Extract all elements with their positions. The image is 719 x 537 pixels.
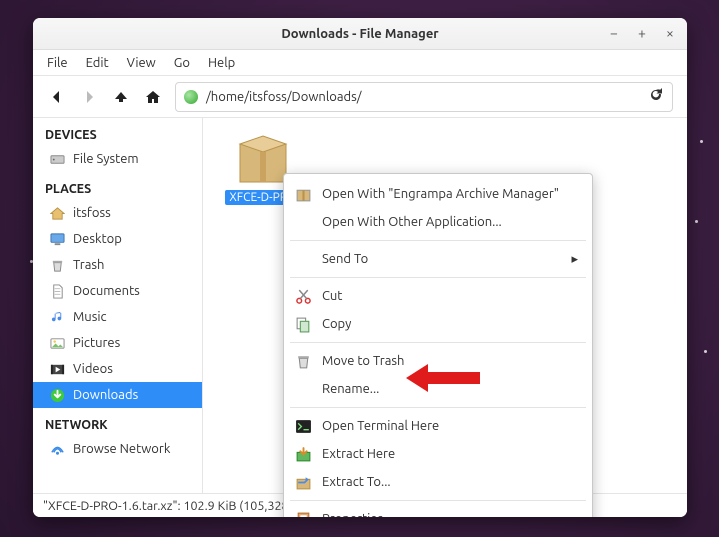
menu-go[interactable]: Go xyxy=(166,53,198,73)
sidebar-item-music[interactable]: Music xyxy=(33,304,202,330)
sidebar-item-label: Documents xyxy=(73,284,140,298)
separator xyxy=(290,342,586,343)
sidebar-item-downloads[interactable]: Downloads xyxy=(33,382,202,408)
ctx-move-to-trash[interactable]: Move to Trash xyxy=(284,347,592,375)
ctx-rename[interactable]: Rename... xyxy=(284,375,592,403)
address-path: /home/itsfoss/Downloads/ xyxy=(206,90,640,104)
ctx-properties[interactable]: Properties... xyxy=(284,505,592,517)
sidebar-item-label: Browse Network xyxy=(73,442,170,456)
extract-here-icon xyxy=(294,445,312,463)
separator xyxy=(290,407,586,408)
sidebar-item-label: Downloads xyxy=(73,388,138,402)
ctx-label: Copy xyxy=(322,317,351,331)
downloads-icon xyxy=(49,387,65,403)
arrow-right-icon xyxy=(81,89,97,105)
menu-file[interactable]: File xyxy=(39,53,76,73)
sidebar-item-trash[interactable]: Trash xyxy=(33,252,202,278)
chevron-right-icon: ▸ xyxy=(571,252,578,267)
arrow-up-icon xyxy=(113,89,129,105)
sidebar-item-videos[interactable]: Videos xyxy=(33,356,202,382)
separator xyxy=(290,277,586,278)
home-icon xyxy=(145,89,161,105)
address-bar[interactable]: /home/itsfoss/Downloads/ xyxy=(175,82,673,112)
ctx-copy[interactable]: Copy xyxy=(284,310,592,338)
file-manager-window: Downloads - File Manager − + × File Edit… xyxy=(33,18,687,517)
cut-icon xyxy=(294,287,312,305)
refresh-icon xyxy=(648,87,664,103)
sidebar-item-label: Desktop xyxy=(73,232,122,246)
location-icon xyxy=(184,90,198,104)
ctx-open-with-engrampa[interactable]: Open With "Engrampa Archive Manager" xyxy=(284,180,592,208)
menubar: File Edit View Go Help xyxy=(33,50,687,76)
ctx-extract-here[interactable]: Extract Here xyxy=(284,440,592,468)
context-menu: Open With "Engrampa Archive Manager" Ope… xyxy=(283,173,593,517)
maximize-button[interactable]: + xyxy=(635,26,649,40)
pictures-icon xyxy=(49,335,65,351)
sidebar-header-network: NETWORK xyxy=(33,408,202,436)
content-area[interactable]: XFCE-D-PRO Open With "Engrampa Archive M… xyxy=(203,118,687,493)
trash-icon xyxy=(49,257,65,273)
up-button[interactable] xyxy=(111,87,131,107)
ctx-label: Cut xyxy=(322,289,342,303)
ctx-open-terminal[interactable]: Open Terminal Here xyxy=(284,412,592,440)
music-icon xyxy=(49,309,65,325)
sidebar-header-places: PLACES xyxy=(33,172,202,200)
drive-icon xyxy=(49,151,65,167)
network-icon xyxy=(49,441,65,457)
sidebar-item-label: File System xyxy=(73,152,139,166)
terminal-icon xyxy=(294,417,312,435)
ctx-cut[interactable]: Cut xyxy=(284,282,592,310)
documents-icon xyxy=(49,283,65,299)
user-home-icon xyxy=(49,205,65,221)
archive-app-icon xyxy=(294,185,312,203)
videos-icon xyxy=(49,361,65,377)
separator xyxy=(290,500,586,501)
sidebar: DEVICES File System PLACES itsfoss Deskt… xyxy=(33,118,203,493)
sidebar-item-file-system[interactable]: File System xyxy=(33,146,202,172)
sidebar-header-devices: DEVICES xyxy=(33,118,202,146)
sidebar-item-label: Pictures xyxy=(73,336,120,350)
ctx-extract-to[interactable]: Extract To... xyxy=(284,468,592,496)
ctx-send-to[interactable]: Send To ▸ xyxy=(284,245,592,273)
ctx-label: Move to Trash xyxy=(322,354,404,368)
close-button[interactable]: × xyxy=(663,26,677,40)
ctx-label: Extract To... xyxy=(322,475,391,489)
sidebar-item-itsfoss[interactable]: itsfoss xyxy=(33,200,202,226)
extract-to-icon xyxy=(294,473,312,491)
back-button[interactable] xyxy=(47,87,67,107)
ctx-label: Rename... xyxy=(322,382,379,396)
properties-icon xyxy=(294,510,312,517)
ctx-label: Open With Other Application... xyxy=(322,215,502,229)
sidebar-item-desktop[interactable]: Desktop xyxy=(33,226,202,252)
sidebar-item-pictures[interactable]: Pictures xyxy=(33,330,202,356)
toolbar: /home/itsfoss/Downloads/ xyxy=(33,76,687,118)
refresh-button[interactable] xyxy=(648,87,664,106)
window-title: Downloads - File Manager xyxy=(281,27,438,41)
body: DEVICES File System PLACES itsfoss Deskt… xyxy=(33,118,687,493)
menu-view[interactable]: View xyxy=(119,53,164,73)
home-button[interactable] xyxy=(143,87,163,107)
arrow-left-icon xyxy=(49,89,65,105)
sidebar-item-label: itsfoss xyxy=(73,206,111,220)
forward-button[interactable] xyxy=(79,87,99,107)
trash-icon xyxy=(294,352,312,370)
minimize-button[interactable]: − xyxy=(607,26,621,40)
menu-help[interactable]: Help xyxy=(200,53,243,73)
sidebar-item-browse-network[interactable]: Browse Network xyxy=(33,436,202,462)
ctx-label: Open Terminal Here xyxy=(322,419,439,433)
desktop-icon xyxy=(49,231,65,247)
menu-edit[interactable]: Edit xyxy=(78,53,117,73)
copy-icon xyxy=(294,315,312,333)
ctx-label: Extract Here xyxy=(322,447,395,461)
separator xyxy=(290,240,586,241)
ctx-label: Properties... xyxy=(322,512,393,517)
sidebar-item-label: Music xyxy=(73,310,107,324)
ctx-label: Send To xyxy=(322,252,368,266)
ctx-open-with-other[interactable]: Open With Other Application... xyxy=(284,208,592,236)
sidebar-item-documents[interactable]: Documents xyxy=(33,278,202,304)
sidebar-item-label: Trash xyxy=(73,258,104,272)
sidebar-item-label: Videos xyxy=(73,362,113,376)
ctx-label: Open With "Engrampa Archive Manager" xyxy=(322,187,559,201)
titlebar[interactable]: Downloads - File Manager − + × xyxy=(33,18,687,50)
